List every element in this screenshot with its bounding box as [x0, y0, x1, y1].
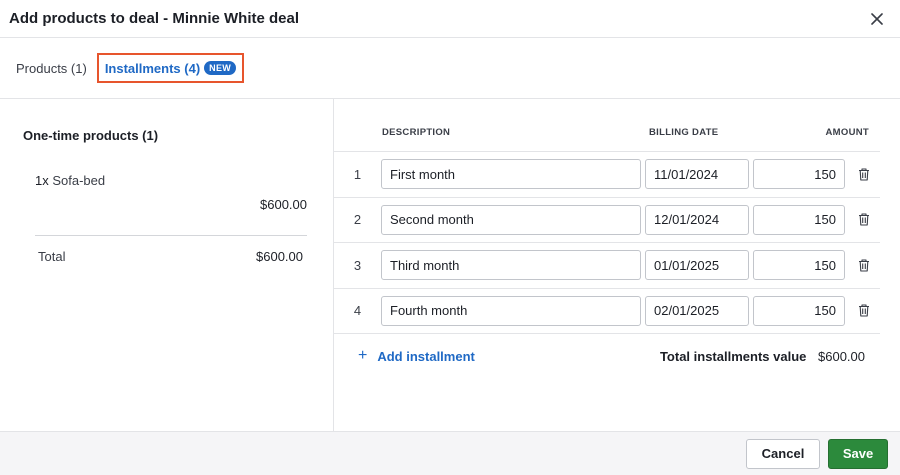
- trash-icon: [859, 168, 869, 181]
- total-installments: Total installments value $600.00: [660, 349, 880, 364]
- delete-installment-button[interactable]: [851, 304, 877, 317]
- product-name: Sofa-bed: [52, 173, 106, 188]
- table-row: 3 Third month 01/01/2025 150: [334, 243, 880, 289]
- products-summary: One-time products (1) 1x Sofa-bed $600.0…: [0, 99, 334, 431]
- summary-total: Total $600.00: [23, 236, 333, 264]
- trash-icon: [859, 304, 869, 317]
- total-installments-label: Total installments value: [659, 348, 807, 364]
- billing-date-input[interactable]: 01/01/2025: [645, 250, 749, 281]
- header-description: DESCRIPTION: [382, 127, 451, 138]
- billing-date-input[interactable]: 11/01/2024: [645, 159, 749, 190]
- billing-date-input[interactable]: 02/01/2025: [645, 295, 749, 326]
- description-input[interactable]: Fourth month: [381, 295, 641, 326]
- description-input[interactable]: Third month: [381, 250, 641, 281]
- amount-input[interactable]: 150: [753, 250, 845, 281]
- amount-input[interactable]: 150: [753, 204, 845, 235]
- row-index: 4: [353, 303, 362, 319]
- table-header: DESCRIPTION BILLING DATE AMOUNT: [334, 99, 880, 152]
- table-row: 1 First month 11/01/2024 150: [334, 152, 880, 198]
- summary-title: One-time products (1): [23, 128, 159, 143]
- cancel-button[interactable]: Cancel: [746, 438, 820, 469]
- description-input[interactable]: Second month: [381, 204, 641, 235]
- add-products-modal: Add products to deal - Minnie White deal…: [0, 0, 900, 475]
- product-price: $600.00: [260, 197, 307, 212]
- row-index: 1: [353, 166, 362, 182]
- modal-title: Add products to deal - Minnie White deal: [9, 10, 300, 27]
- delete-installment-button[interactable]: [851, 168, 877, 181]
- row-index: 3: [353, 257, 362, 273]
- trash-icon: [859, 213, 869, 226]
- row-index: 2: [353, 212, 362, 228]
- tab-installments[interactable]: Installments (4) NEW: [96, 53, 245, 83]
- product-line: 1x Sofa-bed: [23, 173, 333, 188]
- add-installment-label: Add installment: [377, 348, 475, 364]
- description-input[interactable]: First month: [381, 159, 641, 190]
- billing-date-input[interactable]: 12/01/2024: [645, 204, 749, 235]
- modal-footer: Cancel Save: [0, 431, 900, 475]
- delete-installment-button[interactable]: [851, 213, 877, 226]
- amount-input[interactable]: 150: [753, 159, 845, 190]
- installments-table: DESCRIPTION BILLING DATE AMOUNT 1 First m…: [334, 99, 900, 431]
- product-qty: 1x: [35, 173, 49, 188]
- new-badge: NEW: [204, 61, 237, 75]
- modal-header: Add products to deal - Minnie White deal: [0, 0, 900, 38]
- close-icon: [871, 12, 883, 25]
- tab-bar: Products (1) Installments (4) NEW: [0, 38, 900, 99]
- save-button[interactable]: Save: [828, 438, 888, 469]
- header-billing-date: BILLING DATE: [649, 127, 719, 138]
- plus-icon: +: [358, 347, 368, 364]
- table-row: 4 Fourth month 02/01/2025 150: [334, 289, 880, 334]
- total-installments-value: $600.00: [818, 348, 865, 364]
- summary-total-label: Total: [38, 249, 66, 264]
- close-button[interactable]: [866, 8, 888, 30]
- content-area: One-time products (1) 1x Sofa-bed $600.0…: [0, 99, 900, 431]
- trash-icon: [859, 259, 869, 272]
- header-amount: AMOUNT: [825, 127, 869, 138]
- summary-total-value: $600.00: [256, 249, 303, 264]
- add-installment-button[interactable]: + Add installment: [358, 347, 475, 365]
- table-row: 2 Second month 12/01/2024 150: [334, 198, 880, 243]
- tab-installments-label: Installments (4): [104, 60, 201, 76]
- table-footer: + Add installment Total installments val…: [334, 334, 880, 378]
- tab-products[interactable]: Products (1): [16, 61, 87, 76]
- amount-input[interactable]: 150: [753, 295, 845, 326]
- delete-installment-button[interactable]: [851, 259, 877, 272]
